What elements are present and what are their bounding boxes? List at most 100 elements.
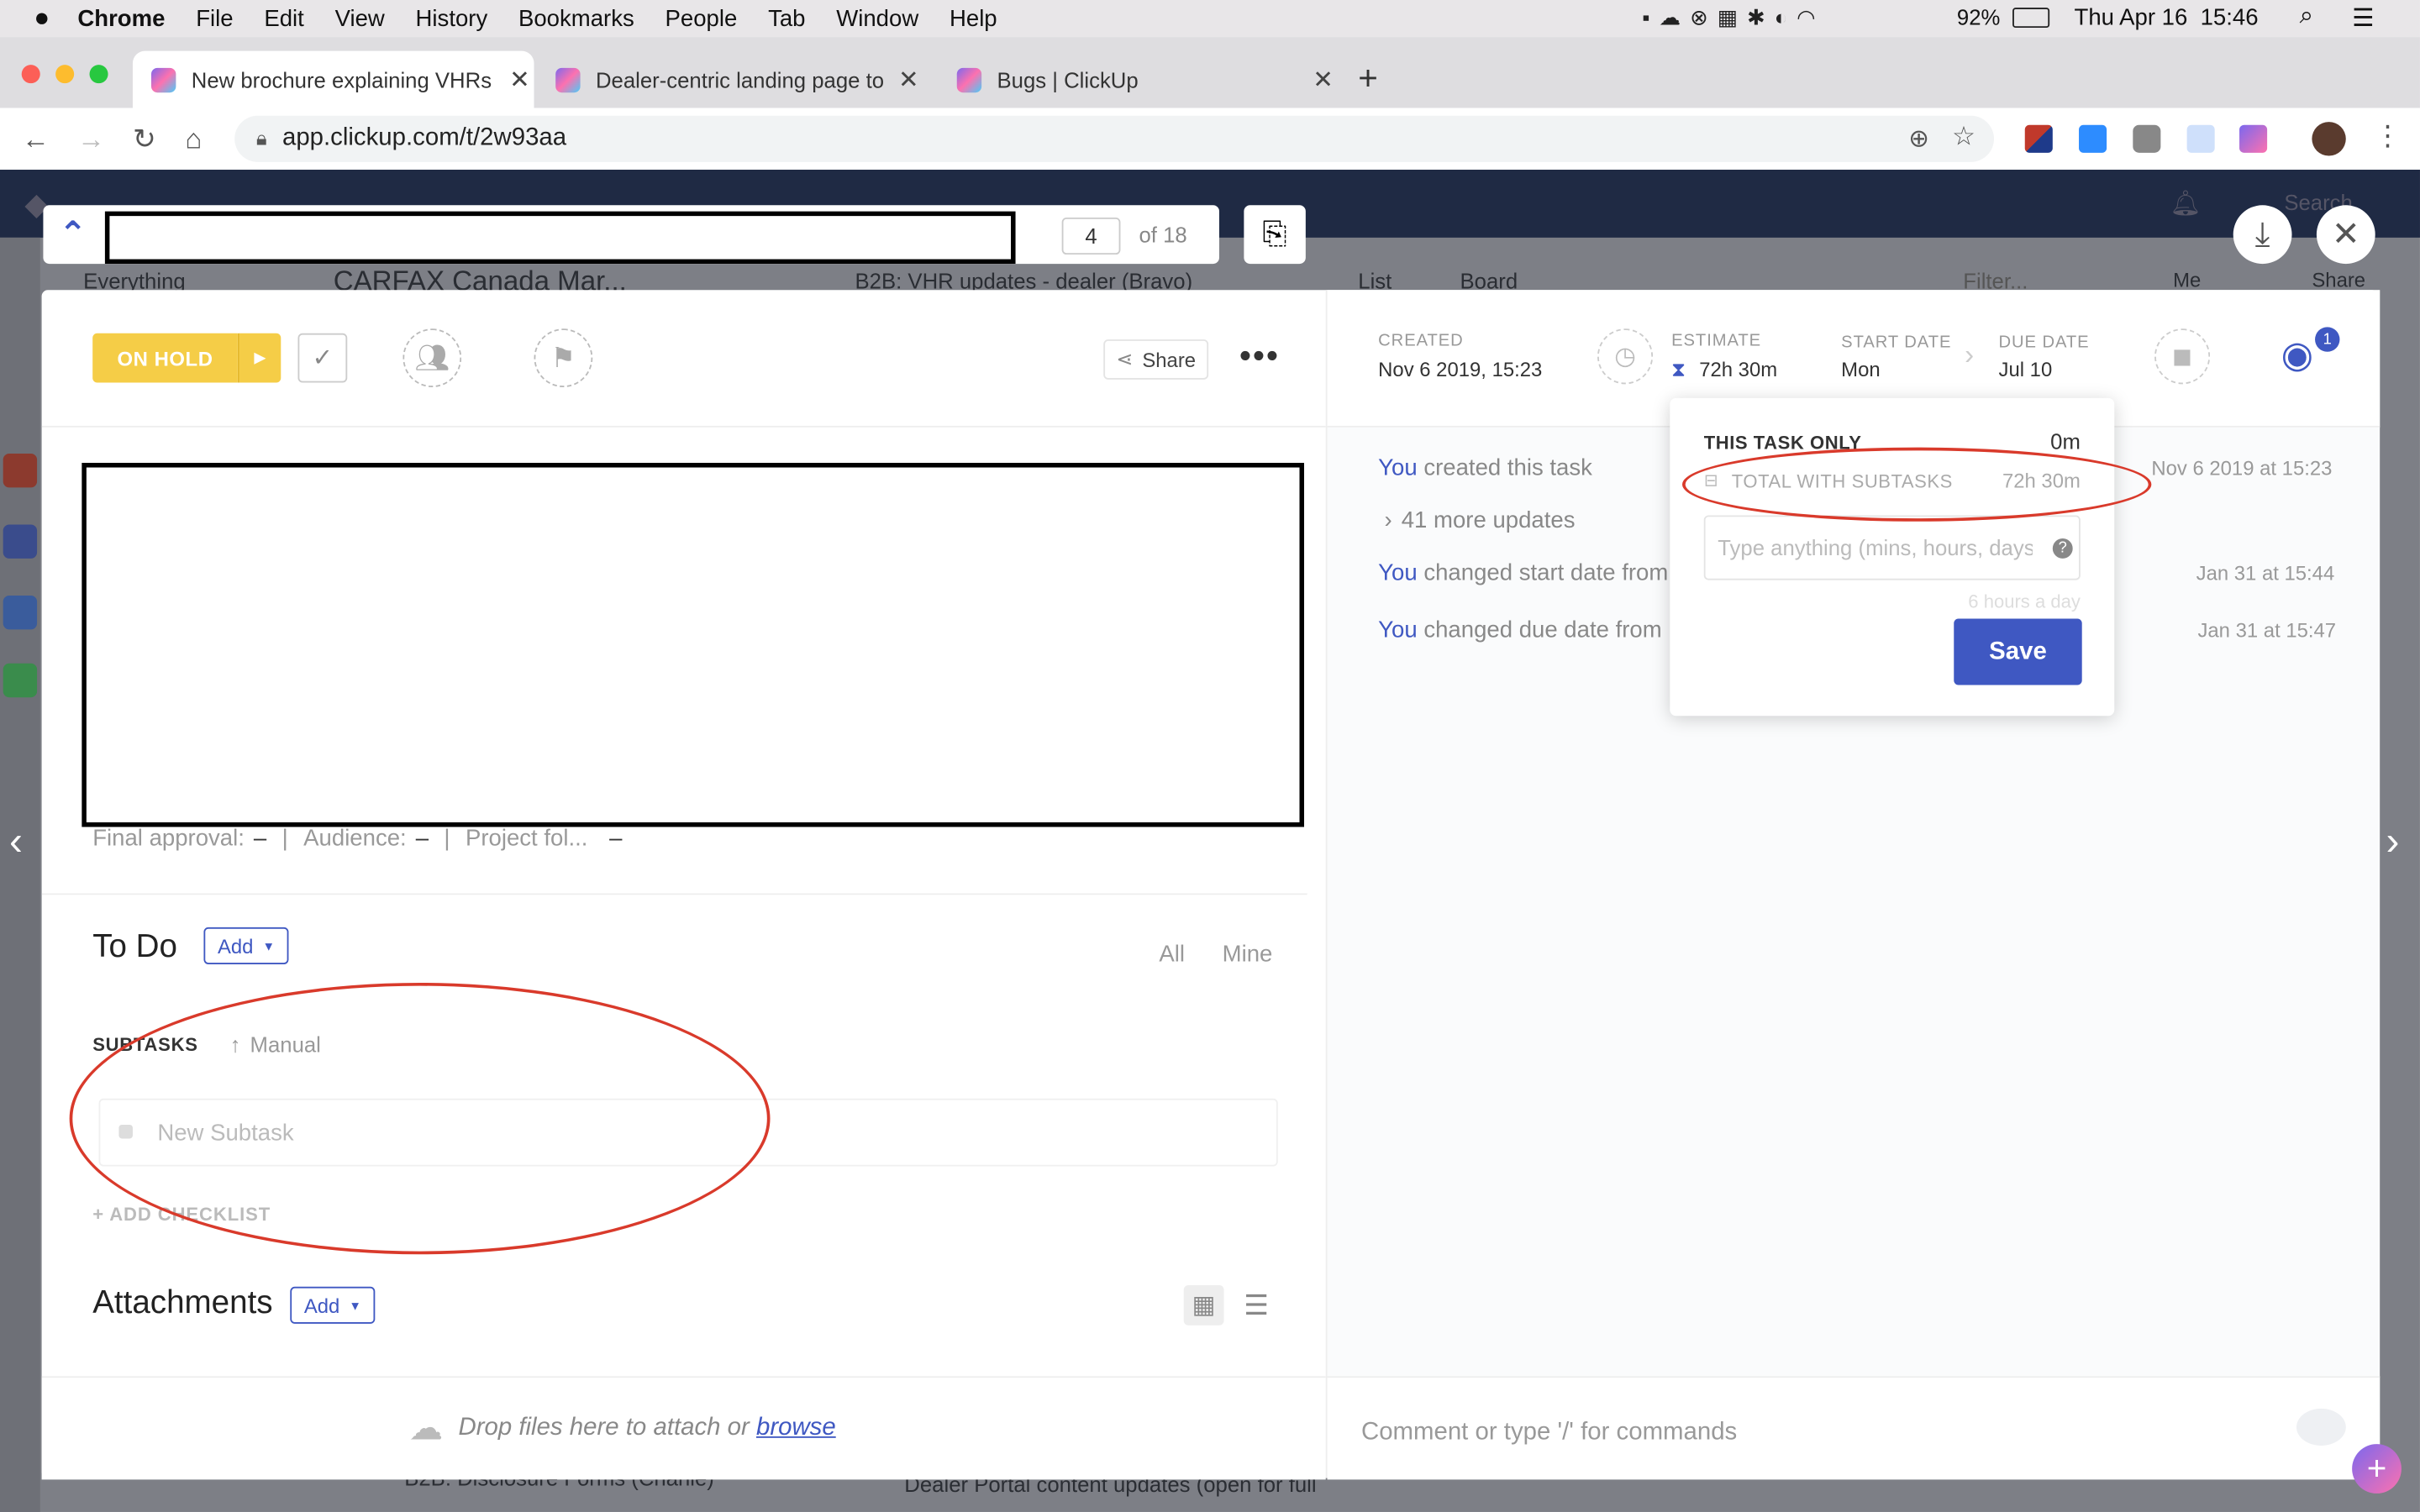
more-updates-toggle[interactable]: › 41 more updates xyxy=(1385,507,1576,533)
reload-icon[interactable]: ↻ xyxy=(133,123,156,156)
clickup-logo-icon[interactable]: ⌃ xyxy=(59,214,87,255)
activity-item: You changed due date from N xyxy=(1378,617,1685,643)
attachments-add-button[interactable]: Add ▼ xyxy=(290,1286,376,1324)
task-pager-total: of 18 xyxy=(1139,222,1187,247)
activity-user[interactable]: You xyxy=(1378,560,1417,586)
add-icon[interactable]: ⊕ xyxy=(1908,123,1929,155)
more-options-icon[interactable]: ••• xyxy=(1239,336,1280,376)
control-center-icon[interactable]: ☰ xyxy=(2352,3,2374,34)
space-avatar[interactable] xyxy=(3,663,38,698)
tab-new-brochure[interactable]: New brochure explaining VHRs ✕ xyxy=(132,50,534,108)
chrome-menu-icon[interactable]: ⋮ xyxy=(2374,120,2402,153)
apple-icon[interactable]: ● xyxy=(34,3,50,34)
estimate-input[interactable] xyxy=(1703,515,2081,580)
close-task-icon[interactable]: ✕ xyxy=(2316,205,2375,265)
list-view-icon[interactable]: ☰ xyxy=(1236,1285,1276,1326)
task-title-redacted[interactable] xyxy=(104,211,1016,265)
backdrop-me: Me xyxy=(2173,268,2202,292)
minimize-task-icon[interactable]: ⤓ xyxy=(2233,205,2292,265)
zoom-window-button[interactable] xyxy=(89,65,108,84)
due-date-value[interactable]: Jul 10 xyxy=(1999,358,2053,381)
url-bar[interactable]: 🔒︎ app.clickup.com/t/2w93aa ⊕ ☆ xyxy=(234,115,1995,162)
time-tracking-icon[interactable]: ◷ xyxy=(1597,328,1654,385)
start-date-value[interactable]: Mon xyxy=(1841,358,1880,381)
profile-avatar[interactable] xyxy=(2312,122,2346,156)
watchers-eye-icon[interactable]: ◉ xyxy=(2281,333,2313,378)
camera-extension-icon[interactable] xyxy=(2133,124,2161,153)
menu-window[interactable]: Window xyxy=(836,5,918,31)
close-tab-icon[interactable]: ✕ xyxy=(898,64,919,95)
space-avatar[interactable] xyxy=(3,524,38,559)
menu-file[interactable]: File xyxy=(196,5,233,31)
menu-help[interactable]: Help xyxy=(950,5,997,31)
next-task-icon[interactable]: › xyxy=(2386,817,2400,865)
save-button[interactable]: Save xyxy=(1954,618,2082,685)
space-avatar[interactable] xyxy=(3,453,38,488)
task-description-redacted[interactable] xyxy=(82,463,1305,827)
address-bar-row: ← → ↻ ⌂ 🔒︎ app.clickup.com/t/2w93aa ⊕ ☆ xyxy=(0,108,2420,171)
activity-text: changed start date from xyxy=(1423,559,1669,586)
menu-bookmarks[interactable]: Bookmarks xyxy=(518,5,634,31)
menu-view[interactable]: View xyxy=(335,5,385,31)
status-next-icon[interactable]: ▶ xyxy=(237,333,281,383)
tab-title: Bugs | ClickUp xyxy=(997,66,1139,92)
browse-link[interactable]: browse xyxy=(756,1415,836,1441)
project-folder-value[interactable]: – xyxy=(609,826,622,852)
close-window-button[interactable] xyxy=(21,65,40,84)
activity-text: created this task xyxy=(1423,454,1592,482)
activity-user[interactable]: You xyxy=(1378,455,1417,481)
estimate-value[interactable]: 72h 30m xyxy=(1699,358,1777,381)
forward-icon[interactable]: → xyxy=(77,123,105,156)
clickup-extension-icon[interactable] xyxy=(2239,124,2268,153)
tab-title: Dealer-centric landing page to xyxy=(595,66,885,92)
comment-bubble-icon[interactable] xyxy=(2296,1408,2346,1446)
comment-box[interactable]: Comment or type '/' for commands xyxy=(1327,1376,2381,1480)
bookmark-star-icon[interactable]: ☆ xyxy=(1952,122,1975,153)
home-icon[interactable]: ⌂ xyxy=(185,123,202,156)
close-tab-icon[interactable]: ✕ xyxy=(509,64,530,95)
back-icon[interactable]: ← xyxy=(22,123,50,156)
new-tab-icon[interactable]: + xyxy=(1358,59,1378,99)
tab-bugs[interactable]: Bugs | ClickUp ✕ xyxy=(939,51,1334,108)
complete-check-icon[interactable]: ✓ xyxy=(297,333,348,383)
todo-add-button[interactable]: Add ▼ xyxy=(203,927,289,964)
audience-value[interactable]: – xyxy=(416,826,429,852)
quick-add-button[interactable]: + xyxy=(2352,1444,2402,1494)
status-button[interactable]: ON HOLD xyxy=(92,333,238,383)
priority-flag-icon[interactable]: ⚑ xyxy=(534,328,593,388)
menu-tab[interactable]: Tab xyxy=(768,5,805,31)
zoom-extension-icon[interactable] xyxy=(2079,124,2107,153)
help-icon[interactable]: ? xyxy=(2052,538,2073,559)
share-button[interactable]: ⋖ Share xyxy=(1103,339,1209,380)
menu-chrome[interactable]: Chrome xyxy=(77,5,165,31)
clock: Thu Apr 16 15:46 xyxy=(2074,4,2259,31)
add-label: Add xyxy=(303,1294,340,1317)
grid-view-icon[interactable]: ▦ xyxy=(1183,1284,1224,1326)
activity-user[interactable]: You xyxy=(1378,617,1417,643)
final-approval-value[interactable]: – xyxy=(254,826,266,852)
assignee-add-icon[interactable]: 👥︎ xyxy=(402,328,462,388)
close-tab-icon[interactable]: ✕ xyxy=(1313,64,1334,95)
notifications-icon[interactable]: 🔔︎ xyxy=(2170,188,2201,219)
add-label: Add xyxy=(217,934,254,958)
video-record-icon[interactable]: ◼ xyxy=(2154,328,2211,385)
menu-people[interactable]: People xyxy=(666,5,738,31)
watchers-count: 1 xyxy=(2315,327,2340,352)
filter-all-tab[interactable]: All xyxy=(1159,941,1185,967)
url-text: app.clickup.com/t/2w93aa xyxy=(281,124,567,151)
task-pager-input[interactable]: 4 xyxy=(1061,217,1121,255)
spotlight-icon[interactable]: ⌕ xyxy=(2300,3,2313,31)
open-in-new-icon[interactable]: ⎘ xyxy=(1244,205,1306,265)
menu-history[interactable]: History xyxy=(416,5,488,31)
extension-flag-icon[interactable] xyxy=(2024,124,2053,153)
space-avatar[interactable] xyxy=(3,595,38,630)
estimate-label: ESTIMATE xyxy=(1671,331,1762,350)
document-extension-icon[interactable] xyxy=(2186,124,2215,153)
filter-mine-tab[interactable]: Mine xyxy=(1223,941,1273,967)
attachment-drop-zone[interactable]: ☁ Drop files here to attach or browse xyxy=(41,1376,1326,1480)
previous-task-icon[interactable]: ‹ xyxy=(9,817,23,865)
menu-edit[interactable]: Edit xyxy=(264,5,303,31)
tab-strip: New brochure explaining VHRs ✕ Dealer-ce… xyxy=(0,37,2420,108)
minimize-window-button[interactable] xyxy=(55,65,75,84)
tab-dealer-landing[interactable]: Dealer-centric landing page to ✕ xyxy=(537,51,932,108)
